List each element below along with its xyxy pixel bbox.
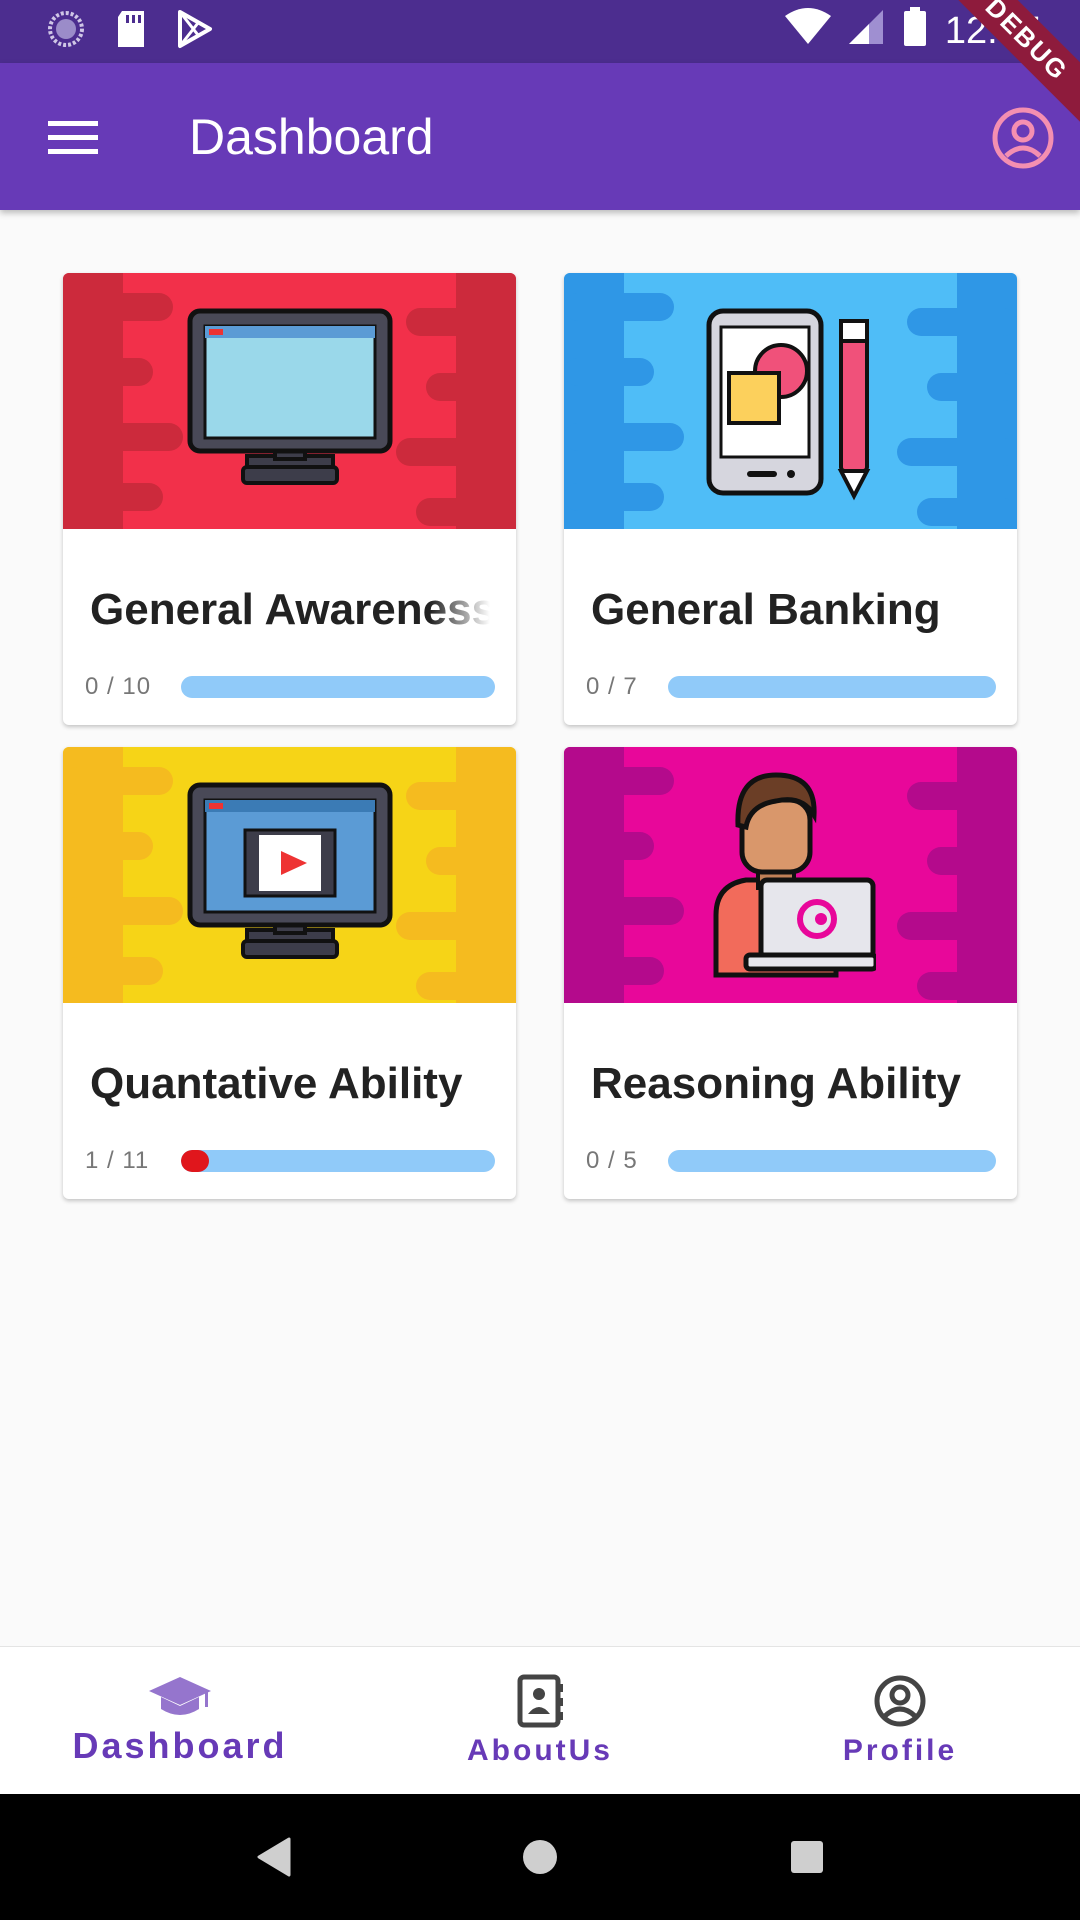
- contact-book-icon: [517, 1674, 563, 1727]
- topic-card-general-banking[interactable]: General Banking 0 / 7: [564, 273, 1017, 725]
- nav-label: Profile: [842, 1733, 958, 1767]
- sd-card-icon: [114, 9, 148, 54]
- nav-dashboard[interactable]: Dashboard: [0, 1647, 360, 1794]
- graduation-cap-icon: [149, 1676, 211, 1715]
- wifi-icon: [784, 7, 831, 56]
- system-navigation-bar: [0, 1794, 1080, 1920]
- progress-bar: [181, 676, 495, 698]
- back-triangle-icon: [257, 1837, 291, 1877]
- monitor-icon: [187, 308, 392, 485]
- card-title: General Awareness: [90, 585, 490, 634]
- progress-row: 0 / 5: [586, 1147, 996, 1175]
- status-notifications: [46, 9, 214, 54]
- card-title: Reasoning Ability: [591, 1059, 961, 1108]
- profile-button[interactable]: [988, 103, 1058, 173]
- recents-button[interactable]: [777, 1827, 837, 1887]
- battery-icon: [903, 6, 927, 57]
- play-store-icon: [176, 9, 214, 54]
- progress-row: 0 / 7: [586, 673, 996, 701]
- card-banner: [564, 747, 1017, 1003]
- progress-label: 0 / 7: [586, 673, 638, 700]
- back-button[interactable]: [243, 1827, 303, 1887]
- progress-bar: [668, 676, 996, 698]
- home-circle-icon: [522, 1840, 557, 1874]
- card-title: General Banking: [591, 585, 941, 634]
- home-button[interactable]: [510, 1827, 570, 1887]
- progress-label: 1 / 11: [85, 1147, 150, 1174]
- person-laptop-icon: [713, 772, 876, 978]
- nav-profile[interactable]: Profile: [720, 1647, 1080, 1794]
- card-banner: [564, 273, 1017, 529]
- progress-label: 0 / 5: [586, 1147, 638, 1174]
- menu-button[interactable]: [0, 63, 146, 210]
- topic-card-general-awareness[interactable]: General Awareness 0 / 10: [63, 273, 516, 725]
- progress-label: 0 / 10: [85, 673, 152, 700]
- progress-fill: [181, 1150, 210, 1172]
- sync-icon: [46, 9, 86, 54]
- nav-label: Dashboard: [72, 1724, 288, 1766]
- screen: 12:37 DEBUG Dashboard: [0, 0, 1080, 1920]
- nav-label: AboutUs: [467, 1733, 613, 1767]
- app-bar: Dashboard: [0, 63, 1080, 210]
- hamburger-menu-icon: [48, 120, 98, 154]
- progress-row: 0 / 10: [85, 673, 495, 701]
- account-circle-icon: [992, 107, 1054, 169]
- nav-aboutus[interactable]: AboutUs: [360, 1647, 720, 1794]
- phone-pen-icon: [706, 308, 870, 501]
- status-bar: 12:37 DEBUG: [0, 0, 1080, 129]
- bottom-navigation: Dashboard AboutUs Profile: [0, 1646, 1080, 1794]
- signal-icon: [848, 8, 885, 56]
- account-circle-icon: [874, 1675, 926, 1726]
- progress-bar: [181, 1150, 495, 1172]
- card-title: Quantative Ability: [90, 1059, 463, 1108]
- progress-row: 1 / 11: [85, 1147, 495, 1175]
- recents-square-icon: [790, 1841, 823, 1873]
- topic-card-reasoning-ability[interactable]: Reasoning Ability 0 / 5: [564, 747, 1017, 1199]
- progress-bar: [668, 1150, 996, 1172]
- page-title: Dashboard: [189, 108, 434, 165]
- card-banner: [63, 273, 516, 529]
- topic-grid: General Awareness 0 / 10 General Banking…: [63, 273, 1017, 1199]
- card-banner: [63, 747, 516, 1003]
- topic-card-quantative-ability[interactable]: Quantative Ability 1 / 11: [63, 747, 516, 1199]
- video-monitor-icon: [187, 782, 392, 959]
